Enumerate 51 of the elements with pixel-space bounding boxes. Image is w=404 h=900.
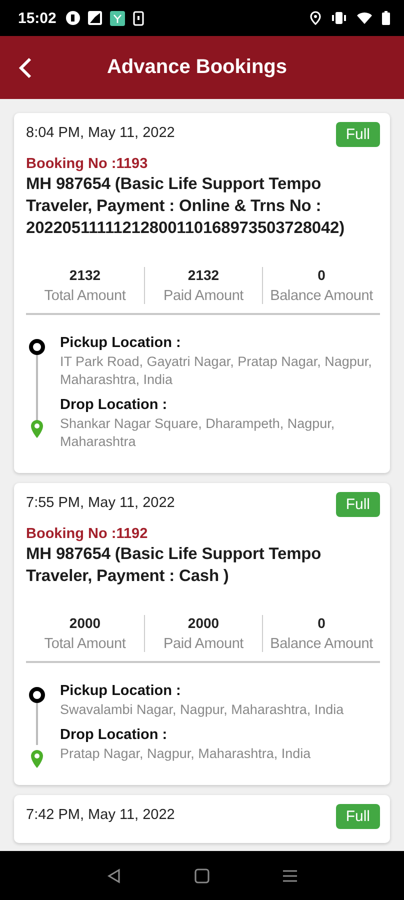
pickup-address: IT Park Road, Gayatri Nagar, Pratap Nagar, Nagpur, Maharashtra, India: [60, 353, 373, 389]
booking-date: 8:04 PM, May 11, 2022: [26, 125, 175, 141]
booking-card[interactable]: [14, 483, 390, 785]
amount-label: Paid Amount: [163, 288, 244, 304]
booking-card[interactable]: [14, 113, 390, 473]
square-icon: [194, 868, 210, 884]
booking-date: 7:42 PM, May 11, 2022: [26, 807, 175, 823]
image-icon: [88, 11, 102, 25]
vibrate-icon: [331, 12, 347, 24]
map-pin-icon: [30, 419, 44, 439]
location-icon: [310, 11, 321, 25]
origin-icon: [29, 687, 45, 703]
status-badge: Full: [336, 122, 380, 147]
page-title: Advance Bookings: [106, 56, 288, 79]
booking-number: Booking No :1193: [26, 156, 149, 172]
drop-label: Drop Location :: [60, 397, 168, 413]
amount-value: 2132: [69, 267, 101, 283]
back-icon: [18, 56, 32, 78]
circle-icon: [66, 11, 80, 25]
drop-address: Pratap Nagar, Nagpur, Maharashtra, India: [60, 745, 312, 763]
app-icon: [110, 10, 126, 26]
vehicle-details: MH 987654 (Basic Life Support Tempo Traveler, Payment : Cash ): [26, 544, 322, 587]
origin-icon: [29, 339, 45, 355]
booking-number: Booking No :1192: [26, 526, 149, 542]
menu-icon: [282, 868, 298, 882]
amount-label: Paid Amount: [163, 636, 244, 652]
drop-label: Drop Location :: [60, 727, 168, 743]
booking-card[interactable]: 7:42 PM, May 11, 2022 Full: [14, 795, 390, 843]
amount-label: Total Amount: [44, 636, 126, 652]
status-badge: Full: [336, 492, 380, 517]
phone-icon: [133, 10, 144, 26]
booking-date: 7:55 PM, May 11, 2022: [26, 495, 175, 511]
wifi-icon: [357, 12, 372, 24]
map-pin-icon: [30, 749, 44, 769]
clock-time: 15:02: [18, 10, 56, 26]
pickup-label: Pickup Location :: [60, 335, 182, 351]
drop-address: Shankar Nagar Square, Dharampeth, Nagpur, Maharashtra: [60, 415, 336, 451]
status-badge: Full: [336, 804, 380, 829]
amount-value: 0: [318, 267, 326, 283]
vehicle-details: MH 987654 (Basic Life Support Tempo Traveler, Payment : Online & Trns No : 20220511111212800110168973503728042): [26, 174, 346, 239]
amount-value: 2000: [188, 615, 220, 631]
battery-icon: [382, 11, 390, 25]
amount-label: Balance Amount: [270, 636, 373, 652]
amount-label: Balance Amount: [270, 288, 373, 304]
amount-value: 0: [318, 615, 326, 631]
amount-value: 2132: [188, 267, 220, 283]
pickup-address: Swavalambi Nagar, Nagpur, Maharashtra, India: [60, 701, 345, 719]
amount-label: Total Amount: [44, 288, 126, 304]
amount-value: 2000: [69, 615, 101, 631]
pickup-label: Pickup Location :: [60, 683, 182, 699]
triangle-icon: [106, 868, 122, 884]
